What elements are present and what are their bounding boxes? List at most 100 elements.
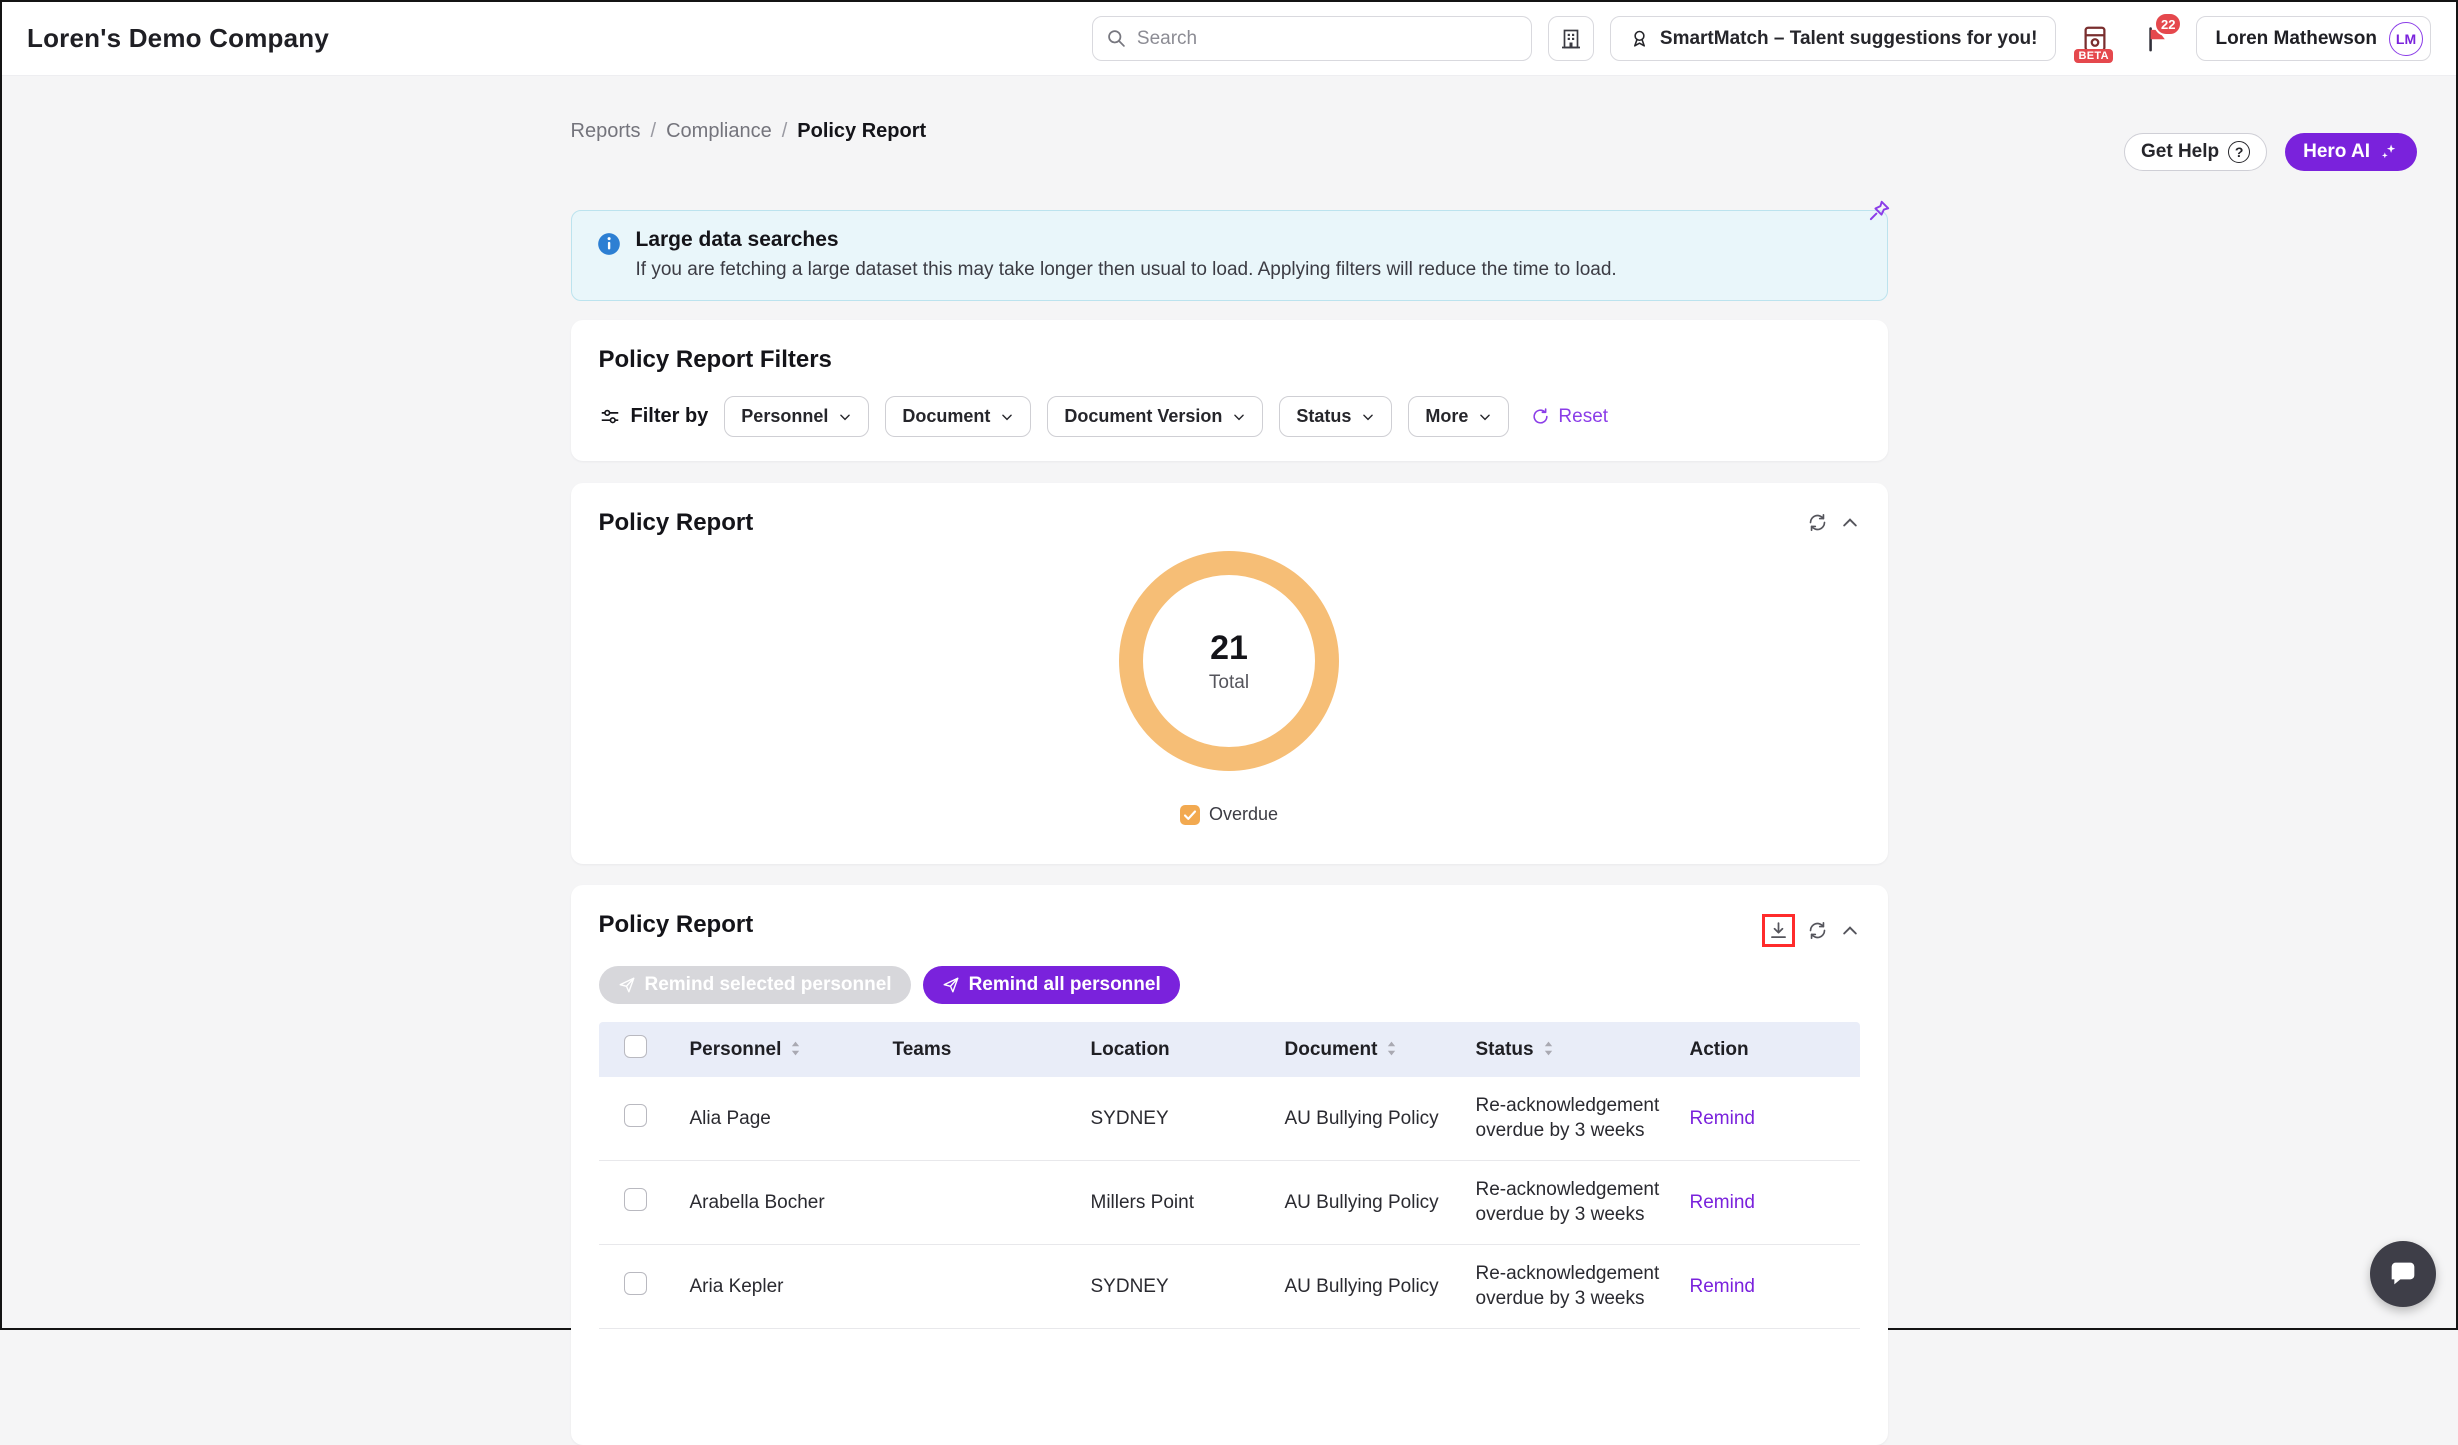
filter-dropdown-more[interactable]: More xyxy=(1408,396,1509,437)
remind-link[interactable]: Remind xyxy=(1690,1192,1755,1213)
donut-total-label: Total xyxy=(1209,672,1249,694)
remind-selected-personnel-button[interactable]: Remind selected personnel xyxy=(599,966,911,1004)
column-label: Teams xyxy=(893,1039,952,1060)
sort-icon[interactable] xyxy=(1543,1040,1554,1057)
table-header-row: Personnel Teams Location Document Status xyxy=(599,1022,1860,1077)
remind-all-personnel-button[interactable]: Remind all personnel xyxy=(923,966,1180,1004)
search-input[interactable] xyxy=(1092,16,1532,61)
filter-row: Filter by Personnel Document Document Ve… xyxy=(599,396,1860,437)
filter-by-group: Filter by xyxy=(599,405,709,428)
beta-feature-button[interactable]: BETA xyxy=(2072,16,2118,61)
column-header-teams: Teams xyxy=(880,1039,1078,1061)
send-icon xyxy=(618,976,636,994)
breadcrumb-compliance[interactable]: Compliance xyxy=(666,120,772,143)
chevron-down-icon xyxy=(838,410,852,424)
row-checkbox[interactable] xyxy=(624,1104,647,1127)
smartmatch-button[interactable]: SmartMatch – Talent suggestions for you! xyxy=(1610,16,2057,61)
table-row: Arabella Bocher Millers Point AU Bullyin… xyxy=(599,1161,1860,1245)
question-mark-icon: ? xyxy=(2228,141,2250,163)
column-header-status[interactable]: Status xyxy=(1463,1039,1677,1061)
company-building-button[interactable] xyxy=(1548,16,1594,61)
user-name: Loren Mathewson xyxy=(2215,28,2377,50)
dropdown-label: Status xyxy=(1296,406,1351,427)
pin-icon[interactable] xyxy=(1866,198,1892,224)
collapse-chevron-up-icon[interactable] xyxy=(1840,921,1860,941)
legend-overdue-label: Overdue xyxy=(1209,804,1278,825)
refresh-icon[interactable] xyxy=(1807,920,1828,941)
column-label: Action xyxy=(1690,1039,1749,1060)
table-row: Aria Kepler SYDNEY AU Bullying Policy Re… xyxy=(599,1245,1860,1329)
cell-location: SYDNEY xyxy=(1078,1276,1272,1298)
row-checkbox-cell xyxy=(599,1188,677,1217)
send-icon xyxy=(942,976,960,994)
chevron-down-icon xyxy=(1361,410,1375,424)
hero-ai-label: Hero AI xyxy=(2303,141,2370,163)
column-label: Personnel xyxy=(690,1039,782,1060)
reset-filters-button[interactable]: Reset xyxy=(1531,406,1608,428)
donut-total-value: 21 xyxy=(1210,629,1248,668)
policy-report-chart-card: Policy Report 21 T xyxy=(571,483,1888,864)
table-card-icons xyxy=(1762,914,1860,947)
cell-document: AU Bullying Policy xyxy=(1272,1192,1463,1214)
cell-document: AU Bullying Policy xyxy=(1272,1276,1463,1298)
download-icon[interactable] xyxy=(1768,920,1789,941)
reset-icon xyxy=(1531,407,1550,426)
cell-personnel: Arabella Bocher xyxy=(677,1192,880,1214)
filter-dropdown-document-version[interactable]: Document Version xyxy=(1047,396,1263,437)
main-area: Get Help ? Hero AI Reports / Compliance … xyxy=(2,116,2456,1370)
user-menu[interactable]: Loren Mathewson LM xyxy=(2196,16,2431,61)
remind-all-label: Remind all personnel xyxy=(969,974,1161,996)
top-bar: Loren's Demo Company SmartMatch – Talent… xyxy=(2,2,2456,76)
filter-dropdown-personnel[interactable]: Personnel xyxy=(724,396,869,437)
info-icon xyxy=(596,231,622,283)
content-column: Reports / Compliance / Policy Report Lar… xyxy=(571,116,1888,1445)
breadcrumb-reports[interactable]: Reports xyxy=(571,120,641,143)
donut-zone: 21 Total Overdue xyxy=(599,537,1860,825)
company-name: Loren's Demo Company xyxy=(27,23,329,54)
cell-document: AU Bullying Policy xyxy=(1272,1108,1463,1130)
hero-ai-button[interactable]: Hero AI xyxy=(2285,133,2417,171)
cell-status: Re-acknowledgement overdue by 3 weeks xyxy=(1463,1178,1677,1227)
filter-dropdown-status[interactable]: Status xyxy=(1279,396,1392,437)
filter-dropdown-document[interactable]: Document xyxy=(885,396,1031,437)
get-help-button[interactable]: Get Help ? xyxy=(2124,133,2267,171)
chart-card-icons xyxy=(1807,512,1860,533)
row-checkbox[interactable] xyxy=(624,1188,647,1211)
cell-personnel: Aria Kepler xyxy=(677,1276,880,1298)
breadcrumb-separator: / xyxy=(651,120,657,143)
table-card-title: Policy Report xyxy=(599,911,754,939)
banner-body: If you are fetching a large dataset this… xyxy=(636,259,1617,281)
banner-title: Large data searches xyxy=(636,228,1617,252)
dropdown-label: More xyxy=(1425,406,1468,427)
row-checkbox[interactable] xyxy=(624,1272,647,1295)
avatar: LM xyxy=(2389,22,2423,56)
annotation-highlight xyxy=(1762,914,1795,947)
remind-buttons-row: Remind selected personnel Remind all per… xyxy=(599,966,1860,1004)
cell-status: Re-acknowledgement overdue by 3 weeks xyxy=(1463,1094,1677,1143)
chat-launcher-button[interactable] xyxy=(2370,1241,2436,1307)
collapse-chevron-up-icon[interactable] xyxy=(1840,513,1860,533)
column-header-document[interactable]: Document xyxy=(1272,1039,1463,1061)
remind-link[interactable]: Remind xyxy=(1690,1108,1755,1129)
select-all-checkbox[interactable] xyxy=(624,1035,647,1058)
filter-by-label: Filter by xyxy=(631,405,709,428)
chart-legend[interactable]: Overdue xyxy=(1180,804,1278,825)
sort-icon[interactable] xyxy=(790,1040,801,1057)
header-actions: Get Help ? Hero AI xyxy=(2124,133,2417,171)
column-header-personnel[interactable]: Personnel xyxy=(677,1039,880,1061)
refresh-icon[interactable] xyxy=(1807,512,1828,533)
breadcrumb-separator: / xyxy=(782,120,788,143)
remind-link[interactable]: Remind xyxy=(1690,1276,1755,1297)
sort-icon[interactable] xyxy=(1386,1040,1397,1057)
breadcrumb-policy-report: Policy Report xyxy=(797,120,926,143)
policy-report-filters-card: Policy Report Filters Filter by Personne… xyxy=(571,320,1888,461)
dropdown-label: Document xyxy=(902,406,990,427)
filters-card-title: Policy Report Filters xyxy=(599,346,1860,374)
announcements-button[interactable]: 22 xyxy=(2134,16,2180,61)
table-card-header: Policy Report xyxy=(599,911,1860,947)
table-row: Alia Page SYDNEY AU Bullying Policy Re-a… xyxy=(599,1077,1860,1161)
chevron-down-icon xyxy=(1000,410,1014,424)
row-checkbox-cell xyxy=(599,1272,677,1301)
sparkles-icon xyxy=(2379,142,2399,162)
beta-badge: BETA xyxy=(2074,49,2112,63)
